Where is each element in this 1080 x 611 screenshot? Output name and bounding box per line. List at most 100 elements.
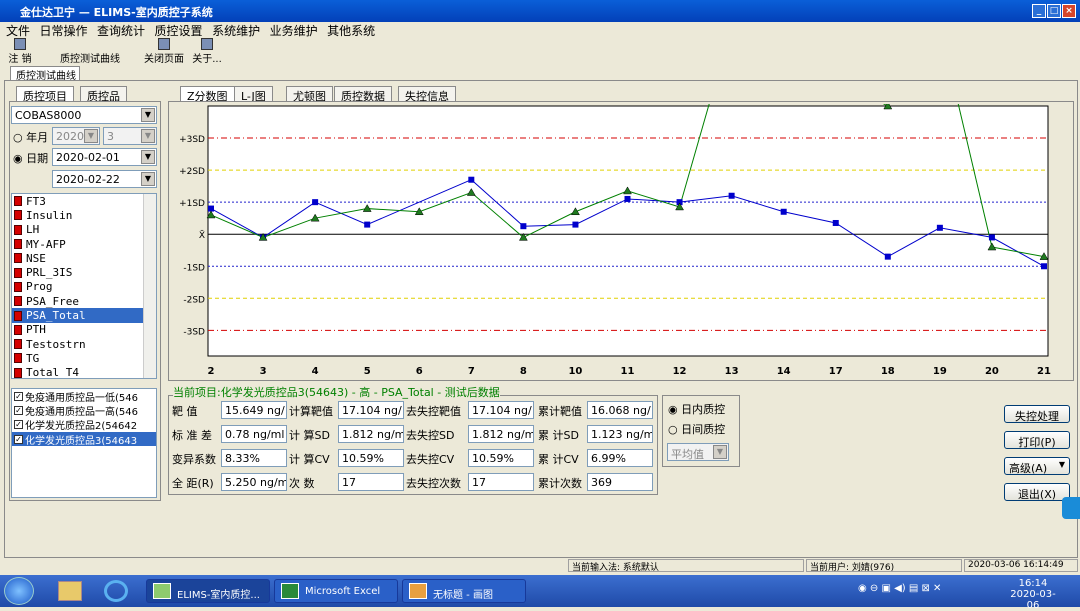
menu-business[interactable]: 业务维护	[270, 22, 318, 39]
qc-material-row[interactable]: ✓ 化学发光质控品3(54643	[12, 431, 156, 447]
average-select[interactable]: 平均值 ▼	[667, 443, 729, 461]
chart-tab[interactable]: L-J图	[234, 86, 273, 103]
minimize-button[interactable]: _	[1032, 4, 1046, 18]
date-radio[interactable]: ◉ 日期	[13, 150, 48, 166]
item-flag-icon	[14, 281, 22, 292]
date-to-picker[interactable]: 2020-02-22 ▼	[52, 170, 157, 188]
tab-qc-items[interactable]: 质控项目	[16, 86, 74, 103]
menu-system[interactable]: 系统维护	[212, 22, 260, 39]
item-flag-icon	[14, 353, 22, 364]
chart-tab[interactable]: 尤顿图	[286, 86, 333, 103]
item-list-scrollbar[interactable]	[143, 194, 156, 378]
chart-tab[interactable]: Z分数图	[180, 86, 235, 103]
qc-item-row[interactable]: PSA_Free	[12, 294, 144, 308]
qc-item-row[interactable]: Prog	[12, 280, 144, 294]
summary-label: 去失控SD	[406, 429, 455, 442]
menu-qc-settings[interactable]: 质控设置	[155, 22, 203, 39]
item-flag-icon	[14, 267, 22, 278]
date-from-picker[interactable]: 2020-02-01 ▼	[52, 148, 157, 166]
instrument-select[interactable]: COBAS8000 ▼	[11, 106, 157, 124]
outcontrol-button[interactable]: 失控处理	[1004, 405, 1070, 423]
chart-tab[interactable]: 失控信息	[398, 86, 456, 103]
intra-day-radio[interactable]: ◉ 日内质控	[668, 401, 725, 417]
summary-value: 6.99%	[587, 449, 653, 467]
summary-value: 5.250 ng/m	[221, 473, 287, 491]
summary-label: 标 准 差	[172, 429, 212, 442]
paint-icon	[409, 583, 427, 599]
summary-label: 计算靶值	[289, 405, 333, 418]
x-tick-label: 3	[259, 366, 267, 377]
qc-item-row[interactable]: LH	[12, 223, 144, 237]
data-point	[832, 219, 839, 226]
x-tick-label: 18	[880, 366, 895, 377]
checkbox[interactable]: ✓	[14, 420, 23, 430]
x-tick-label: 12	[672, 366, 687, 377]
qc-item-row[interactable]: NSE	[12, 251, 144, 265]
data-point	[728, 192, 735, 199]
year-month-radio[interactable]: ○ 年月	[13, 129, 48, 145]
start-button[interactable]	[4, 577, 34, 605]
logout-button[interactable]: 注 销	[4, 38, 36, 65]
summary-value: 10.59%	[338, 449, 404, 467]
qc-item-row[interactable]: PRL_3IS	[12, 265, 144, 279]
qc-item-row[interactable]: MY-AFP	[12, 237, 144, 251]
x-tick-label: 20	[984, 366, 999, 377]
restore-button[interactable]: □	[1047, 4, 1061, 18]
qc-material-row[interactable]: ✓ 免疫通用质控品一低(546	[12, 389, 156, 404]
advanced-button[interactable]: 高级(A) ▼	[1004, 457, 1070, 475]
y-tick-label: -1SD	[183, 263, 205, 273]
browser-icon[interactable]	[104, 580, 128, 602]
tab-qc-materials[interactable]: 质控品	[80, 86, 127, 103]
menu-file[interactable]: 文件	[6, 22, 30, 39]
month-select[interactable]: 3 ▼	[103, 127, 157, 145]
print-button[interactable]: 打印(P)	[1004, 431, 1070, 449]
qc-material-row[interactable]: ✓ 免疫通用质控品一高(546	[12, 403, 156, 418]
checkbox[interactable]: ✓	[14, 391, 23, 401]
task-elims[interactable]: ELIMS-室内质控...	[146, 579, 270, 603]
system-tray[interactable]: ◉ ⊖ ▣ ◀) ▤ ⊠ ✕	[858, 583, 1008, 599]
summary-label: 靶 值	[172, 405, 198, 418]
qc-curve-button[interactable]: 质控测试曲线	[58, 38, 122, 65]
summary-label: 次 数	[289, 477, 315, 490]
checkbox[interactable]: ✓	[14, 434, 23, 444]
qc-item-row[interactable]: PTH	[12, 323, 144, 337]
user-icon	[14, 38, 26, 50]
x-tick-label: 4	[311, 366, 319, 377]
qc-material-list[interactable]: ✓ 免疫通用质控品一低(546 ✓ 免疫通用质控品一高(546 ✓ 化学发光质控品2(54…	[11, 388, 157, 498]
chevron-down-icon: ▼	[141, 129, 155, 143]
side-widget-icon[interactable]	[1062, 497, 1080, 519]
folder-icon[interactable]	[58, 581, 82, 601]
x-tick-label: 10	[568, 366, 583, 377]
inter-day-radio[interactable]: ○ 日间质控	[668, 421, 725, 437]
chart-tab[interactable]: 质控数据	[334, 86, 392, 103]
task-excel[interactable]: Microsoft Excel	[274, 579, 398, 603]
y-tick-label: -2SD	[183, 295, 205, 305]
about-button[interactable]: 关于...	[190, 38, 224, 65]
exit-button[interactable]: 退出(X)	[1004, 483, 1070, 501]
close-page-button[interactable]: 关闭页面	[142, 38, 186, 65]
qc-item-row[interactable]: Insulin	[12, 208, 144, 222]
data-point	[572, 221, 579, 228]
clock[interactable]: 16:14 2020-03-06	[1008, 578, 1058, 611]
summary-value: 16.068 ng/	[587, 401, 653, 419]
qc-item-row[interactable]: PSA_Total	[12, 308, 144, 323]
qc-item-list[interactable]: FT3 Insulin LH MY-AFP NSE PRL_3IS Prog PSA_Free…	[11, 193, 157, 379]
item-flag-icon	[14, 224, 22, 235]
close-button[interactable]: ×	[1062, 4, 1076, 18]
item-flag-icon	[14, 367, 22, 378]
summary-value: 17	[468, 473, 534, 491]
menu-other[interactable]: 其他系统	[327, 22, 375, 39]
qc-item-row[interactable]: FT3	[12, 194, 144, 208]
qc-material-row[interactable]: ✓ 化学发光质控品2(54642	[12, 418, 156, 432]
qc-item-row[interactable]: TG	[12, 351, 144, 365]
document-tab[interactable]: 质控测试曲线	[10, 66, 80, 82]
year-select[interactable]: 2020 ▼	[52, 127, 100, 145]
y-tick-label: +2SD	[179, 167, 205, 177]
qc-item-row[interactable]: Total_T4	[12, 366, 144, 378]
menu-query[interactable]: 查询统计	[97, 22, 145, 39]
task-paint[interactable]: 无标题 - 画图	[402, 579, 526, 603]
qc-item-row[interactable]: Testostrn	[12, 337, 144, 351]
checkbox[interactable]: ✓	[14, 405, 23, 415]
menu-daily[interactable]: 日常操作	[40, 22, 88, 39]
y-tick-label: X̄	[199, 230, 205, 242]
